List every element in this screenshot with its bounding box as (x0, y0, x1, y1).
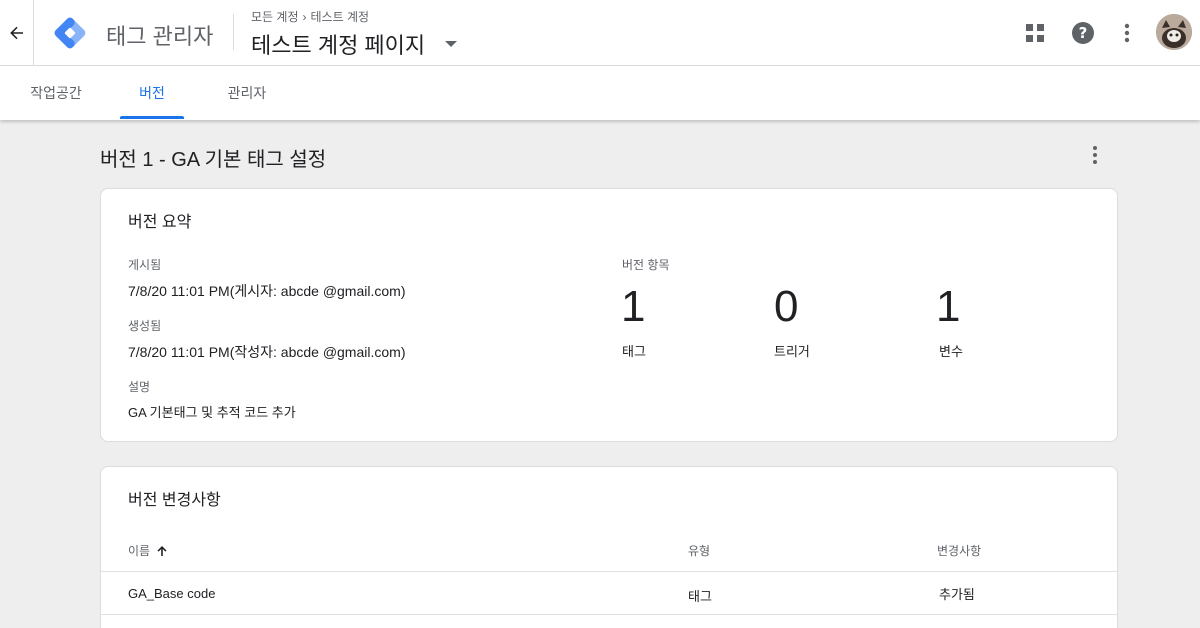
chevron-right-icon: › (302, 9, 307, 24)
version-actions-button[interactable] (1082, 142, 1108, 168)
trigger-count-label: 트리거 (774, 344, 810, 359)
breadcrumb-all-accounts[interactable]: 모든 계정 (251, 8, 299, 25)
version-changes-card: 버전 변경사항 이름 유형 변경사항 GA_Base code 태그 추가됨 (100, 466, 1118, 628)
table-row[interactable]: GA_Base code 태그 추가됨 (101, 571, 1117, 615)
card-title: 버전 요약 (128, 214, 192, 231)
breadcrumb-account[interactable]: 테스트 계정 (311, 8, 370, 25)
more-options-button[interactable] (1112, 18, 1142, 48)
svg-text:?: ? (1079, 24, 1088, 42)
created-label: 생성됨 (128, 319, 162, 333)
tab-workspace[interactable]: 작업공간 (14, 66, 98, 120)
row-change: 추가됨 (939, 587, 975, 602)
column-header-label: 이름 (128, 544, 151, 558)
created-value: 7/8/20 11:01 PM(작성자: abcde @gmail.com) (128, 344, 406, 360)
back-arrow-icon (9, 26, 23, 40)
version-items-label: 버전 항목 (622, 258, 670, 272)
more-vert-icon (1093, 146, 1097, 164)
back-button[interactable] (0, 0, 34, 66)
trigger-count: 0 (774, 282, 799, 331)
tab-label: 버전 (139, 85, 165, 101)
table-row (101, 614, 1117, 628)
tab-versions[interactable]: 버전 (120, 66, 184, 120)
tab-label: 작업공간 (30, 85, 82, 101)
tab-bar: 작업공간 버전 관리자 (0, 66, 1200, 120)
product-name: 태그 관리자 (106, 24, 214, 49)
apps-grid-icon (1026, 24, 1044, 42)
header-divider (233, 14, 234, 50)
row-name: GA_Base code (128, 586, 216, 601)
container-name: 테스트 계정 페이지 (251, 33, 426, 58)
active-tab-indicator (120, 116, 184, 119)
tag-count: 1 (621, 282, 646, 331)
description-label: 설명 (128, 380, 151, 394)
row-type: 태그 (688, 589, 712, 604)
help-icon: ? (1072, 22, 1094, 44)
apps-button[interactable] (1020, 18, 1050, 48)
tab-label: 관리자 (227, 85, 267, 101)
container-selector[interactable]: 테스트 계정 페이지 (251, 28, 458, 60)
tab-admin[interactable]: 관리자 (210, 66, 284, 120)
column-header-type[interactable]: 유형 (688, 542, 710, 559)
version-summary-card: 버전 요약 게시됨 7/8/20 11:01 PM(게시자: abcde @gm… (100, 188, 1118, 442)
caret-down-icon (445, 41, 458, 47)
column-header-change[interactable]: 변경사항 (937, 542, 981, 559)
arrow-upward-icon (157, 545, 167, 556)
column-header-name[interactable]: 이름 (128, 542, 168, 559)
published-value: 7/8/20 11:01 PM(게시자: abcde @gmail.com) (128, 283, 406, 299)
more-vert-icon (1124, 23, 1130, 43)
profile-photo-icon (1156, 14, 1192, 50)
breadcrumb: 모든 계정 › 테스트 계정 (251, 8, 369, 25)
tag-count-label: 태그 (622, 344, 646, 359)
help-button[interactable]: ? (1068, 18, 1098, 48)
variable-count: 1 (936, 282, 961, 331)
description-value: GA 기본태그 및 추적 코드 추가 (128, 405, 296, 420)
top-app-bar: 태그 관리자 모든 계정 › 테스트 계정 테스트 계정 페이지 ? (0, 0, 1200, 66)
page-title: 버전 1 - GA 기본 태그 설정 (100, 149, 327, 171)
card-title: 버전 변경사항 (128, 492, 221, 509)
published-label: 게시됨 (128, 258, 162, 272)
gtm-logo-icon (54, 17, 86, 49)
avatar[interactable] (1156, 14, 1192, 50)
variable-count-label: 변수 (939, 344, 963, 359)
